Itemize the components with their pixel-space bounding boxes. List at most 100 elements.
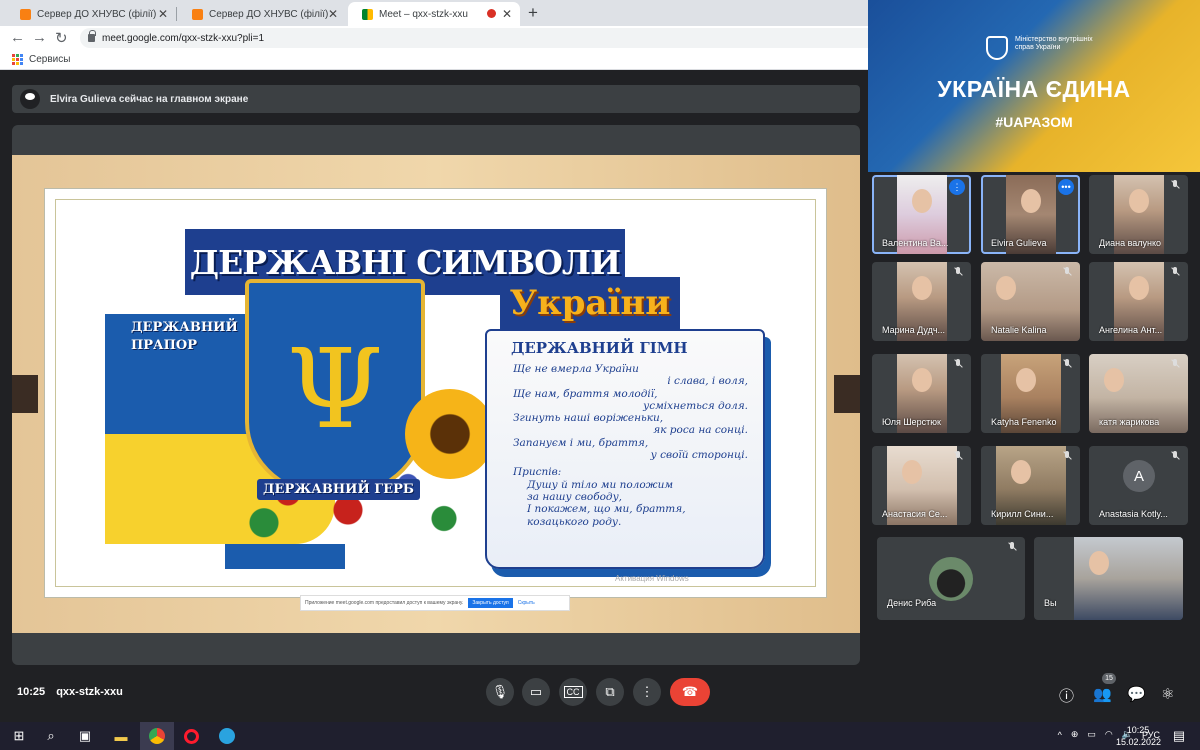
board-clip-left xyxy=(12,375,38,413)
anthem-line: І покажем, що ми, браття, xyxy=(527,503,686,516)
captions-icon: CC xyxy=(563,686,583,698)
meeting-time: 10:25 xyxy=(17,686,46,698)
notifications-icon[interactable]: ▤ xyxy=(1170,727,1188,745)
more-options-icon[interactable]: ••• xyxy=(1058,179,1074,195)
anthem-line: Приспів: xyxy=(513,466,562,479)
participant-name: Диана валунко xyxy=(1099,238,1162,248)
camera-icon: ▭ xyxy=(529,684,543,699)
participant-tile[interactable]: катя жарикова xyxy=(1089,354,1188,433)
tab-title: Сервер ДО ХНУВС (філії) xyxy=(209,8,329,20)
captions-button[interactable]: CC xyxy=(559,678,587,706)
banner-headline: УКРАЇНА ЄДИНА xyxy=(937,76,1131,102)
participant-name: Кирилл Сини... xyxy=(991,509,1054,519)
meeting-details-icon[interactable]: ⓘ xyxy=(1059,685,1074,706)
more-options-button[interactable]: ⋮ xyxy=(633,678,661,706)
camera-button[interactable]: ▭ xyxy=(522,678,550,706)
task-view-icon[interactable]: ▣ xyxy=(76,727,94,745)
tray-chevron-icon[interactable]: ^ xyxy=(1058,730,1062,740)
mic-muted-icon xyxy=(1170,267,1180,277)
back-arrow-icon[interactable]: ← xyxy=(10,29,25,46)
telegram-icon[interactable] xyxy=(218,727,236,745)
browser-toolbar: ← → ↻ meet.google.com/qxx-stzk-xxu?pli=1 xyxy=(0,26,868,50)
participant-tile[interactable]: Диана валунко xyxy=(1089,175,1188,254)
close-tab-icon[interactable]: ✕ xyxy=(158,7,168,21)
participant-tile[interactable]: Марина Дудч... xyxy=(872,262,971,341)
participant-name: Марина Дудч... xyxy=(882,325,946,335)
reload-icon[interactable]: ↻ xyxy=(55,29,68,47)
leave-call-button[interactable]: ☎ xyxy=(670,678,710,706)
participant-name: Elvira Gulieva xyxy=(991,238,1047,248)
mic-muted-icon xyxy=(1170,451,1180,461)
anthem-line: і слава, і воля, xyxy=(667,375,748,388)
participant-tile[interactable]: Ангелина Ант... xyxy=(1089,262,1188,341)
clock-date: 15.02.2022 xyxy=(1116,737,1162,747)
close-tab-icon[interactable]: ✕ xyxy=(328,7,338,21)
tab-title: Сервер ДО ХНУВС (філії) xyxy=(37,8,157,20)
microphone-icon: 🎙 xyxy=(491,684,509,699)
flag-label-line2: ПРАПОР xyxy=(131,338,198,353)
mic-muted-icon xyxy=(1170,180,1180,190)
search-icon[interactable]: ⌕ xyxy=(42,727,60,745)
hang-up-icon: ☎ xyxy=(681,684,699,699)
anthem-line: як роса на сонці. xyxy=(653,424,748,437)
opera-icon[interactable] xyxy=(182,727,200,745)
self-video xyxy=(1074,537,1183,620)
anthem-line: Ще нам, браття молодії, xyxy=(513,387,658,400)
ministry-emblem-icon xyxy=(986,36,1008,60)
participant-tile[interactable]: Анастасия Се... xyxy=(872,446,971,525)
participant-tile[interactable]: Natalie Kalina xyxy=(981,262,1080,341)
self-view-tile[interactable]: Вы xyxy=(1034,537,1183,620)
participant-tile[interactable]: A Anastasia Kotly... xyxy=(1089,446,1188,525)
apps-grid-icon[interactable] xyxy=(12,54,23,65)
banner-hashtag: #UAРАЗОМ xyxy=(995,114,1073,130)
bookmark-services[interactable]: Сервисы xyxy=(29,54,70,65)
tab-separator xyxy=(176,7,177,21)
bookmarks-bar: Сервисы xyxy=(0,50,868,70)
anthem-line: усміхнеться доля. xyxy=(643,399,748,412)
participant-avatar-letter: A xyxy=(1123,460,1155,492)
browser-tab-strip: Сервер ДО ХНУВС (філії) ✕ Сервер ДО ХНУВ… xyxy=(0,0,868,26)
anthem-line: Душу й тіло ми положим xyxy=(527,478,674,491)
network-icon[interactable]: ⊕ xyxy=(1071,729,1079,740)
coat-of-arms-label: ДЕРЖАВНИЙ ГЕРБ xyxy=(257,479,421,500)
participant-tile[interactable]: Юля Шерстюк xyxy=(872,354,971,433)
ministry-name: Міністерство внутрішніх справ України xyxy=(1015,36,1093,51)
presenter-notice-text: Elvira Gulieva сейчас на главном экране xyxy=(50,93,249,105)
participant-tile[interactable]: ⋮ Валентина Ва... xyxy=(872,175,971,254)
wifi-icon[interactable]: ◠ xyxy=(1105,729,1113,740)
participant-name: Natalie Kalina xyxy=(991,325,1047,335)
participant-tile[interactable]: Katyha Fenenko xyxy=(981,354,1080,433)
share-notice-text: Приложение meet.google.com предоставил д… xyxy=(305,600,464,606)
forward-arrow-icon[interactable]: → xyxy=(32,29,47,46)
trident-glyph: Ψ xyxy=(286,325,384,453)
browser-tab-2[interactable]: Сервер ДО ХНУВС (філії) ✕ xyxy=(178,2,346,26)
new-tab-button[interactable]: + xyxy=(528,3,538,23)
chat-icon[interactable]: 💬 xyxy=(1127,685,1146,703)
url-text: meet.google.com/qxx-stzk-xxu?pli=1 xyxy=(102,32,265,44)
present-screen-button[interactable]: ⧉ xyxy=(596,678,624,706)
activities-icon[interactable]: ⚛ xyxy=(1161,685,1174,703)
people-icon[interactable]: 👥 xyxy=(1093,685,1112,703)
participant-name: Денис Риба xyxy=(887,598,937,608)
participant-name: Валентина Ва... xyxy=(882,238,949,248)
presenter-avatar xyxy=(20,89,40,109)
moodle-favicon-icon xyxy=(20,8,31,20)
microphone-button[interactable]: 🎙 xyxy=(486,678,514,706)
stop-sharing-button[interactable]: Закрыть доступ xyxy=(468,598,513,608)
browser-tab-meet[interactable]: Meet – qxx-stzk-xxu ✕ xyxy=(348,2,520,26)
display-icon[interactable]: ▭ xyxy=(1087,729,1096,740)
participant-name: Юля Шерстюк xyxy=(882,417,941,427)
hide-share-notice-button[interactable]: Скрыть xyxy=(518,600,535,606)
chrome-icon[interactable] xyxy=(140,722,174,750)
participant-tile[interactable]: ••• Elvira Gulieva xyxy=(981,175,1080,254)
close-tab-icon[interactable]: ✕ xyxy=(502,7,512,21)
browser-tab-1[interactable]: Сервер ДО ХНУВС (філії) ✕ xyxy=(6,2,177,26)
file-explorer-icon[interactable]: ▬ xyxy=(112,727,130,745)
windows-start-icon[interactable]: ⊞ xyxy=(10,727,28,745)
flag-label-line1: ДЕРЖАВНИЙ xyxy=(131,320,238,335)
address-bar[interactable]: meet.google.com/qxx-stzk-xxu?pli=1 xyxy=(80,28,868,48)
system-clock[interactable]: 10:25 15.02.2022 xyxy=(1116,724,1162,748)
participant-tile[interactable]: Кирилл Сини... xyxy=(981,446,1080,525)
recording-dot-icon xyxy=(487,9,496,18)
participant-tile[interactable]: Денис Риба xyxy=(877,537,1025,620)
